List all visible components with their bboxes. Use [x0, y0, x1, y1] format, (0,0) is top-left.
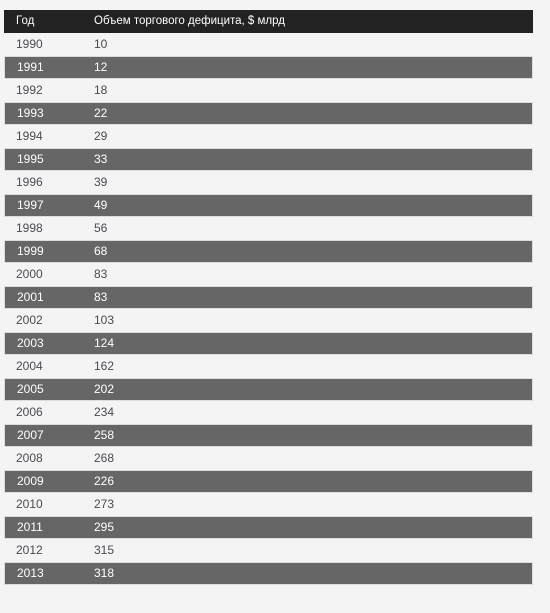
cell-year: 1991	[4, 56, 86, 79]
cell-value: 68	[86, 240, 533, 263]
cell-year: 1992	[4, 79, 86, 102]
table-row: 2002 103	[4, 309, 533, 332]
cell-year: 2007	[4, 424, 86, 447]
cell-value: 10	[86, 33, 533, 56]
table-row: 1990 10	[4, 33, 533, 56]
cell-value: 124	[86, 332, 533, 355]
cell-value: 83	[86, 263, 533, 286]
cell-value: 258	[86, 424, 533, 447]
cell-value: 318	[86, 562, 533, 585]
cell-year: 2001	[4, 286, 86, 309]
cell-value: 103	[86, 309, 533, 332]
table-row: 1999 68	[4, 240, 533, 263]
cell-year: 2012	[4, 539, 86, 562]
cell-value: 162	[86, 355, 533, 378]
table-row: 1994 29	[4, 125, 533, 148]
cell-value: 226	[86, 470, 533, 493]
column-header-year: Год	[4, 10, 86, 33]
cell-year: 2008	[4, 447, 86, 470]
cell-value: 56	[86, 217, 533, 240]
cell-year: 2003	[4, 332, 86, 355]
table-header-row: Год Объем торгового дефицита, $ млрд	[4, 10, 533, 33]
cell-value: 18	[86, 79, 533, 102]
cell-year: 2002	[4, 309, 86, 332]
table-body: 1990 10 1991 12 1992 18 1993 22 1994 29 1995 33 1996…	[4, 33, 533, 585]
cell-year: 2010	[4, 493, 86, 516]
cell-value: 268	[86, 447, 533, 470]
cell-year: 2006	[4, 401, 86, 424]
cell-year: 1999	[4, 240, 86, 263]
table-row: 1995 33	[4, 148, 533, 171]
cell-year: 1997	[4, 194, 86, 217]
table-row: 2013 318	[4, 562, 533, 585]
cell-year: 2005	[4, 378, 86, 401]
cell-value: 295	[86, 516, 533, 539]
cell-value: 12	[86, 56, 533, 79]
cell-year: 1995	[4, 148, 86, 171]
cell-value: 39	[86, 171, 533, 194]
table-row: 2011 295	[4, 516, 533, 539]
cell-year: 2011	[4, 516, 86, 539]
table-row: 1993 22	[4, 102, 533, 125]
trade-deficit-table: Год Объем торгового дефицита, $ млрд 199…	[4, 10, 533, 585]
cell-year: 1998	[4, 217, 86, 240]
cell-value: 202	[86, 378, 533, 401]
cell-value: 33	[86, 148, 533, 171]
cell-year: 2000	[4, 263, 86, 286]
cell-value: 315	[86, 539, 533, 562]
table-head: Год Объем торгового дефицита, $ млрд	[4, 10, 533, 33]
cell-year: 2013	[4, 562, 86, 585]
table-row: 1996 39	[4, 171, 533, 194]
table-container: Год Объем торгового дефицита, $ млрд 199…	[0, 0, 550, 613]
table-row: 1992 18	[4, 79, 533, 102]
table-row: 2000 83	[4, 263, 533, 286]
cell-year: 2004	[4, 355, 86, 378]
table-row: 2008 268	[4, 447, 533, 470]
table-row: 2007 258	[4, 424, 533, 447]
table-row: 2012 315	[4, 539, 533, 562]
table-row: 2004 162	[4, 355, 533, 378]
table-row: 2010 273	[4, 493, 533, 516]
table-row: 1998 56	[4, 217, 533, 240]
cell-value: 83	[86, 286, 533, 309]
table-row: 2005 202	[4, 378, 533, 401]
cell-value: 273	[86, 493, 533, 516]
cell-year: 1993	[4, 102, 86, 125]
cell-year: 1996	[4, 171, 86, 194]
table-row: 2009 226	[4, 470, 533, 493]
column-header-value: Объем торгового дефицита, $ млрд	[86, 10, 533, 33]
cell-year: 1990	[4, 33, 86, 56]
cell-year: 1994	[4, 125, 86, 148]
table-row: 2003 124	[4, 332, 533, 355]
cell-value: 22	[86, 102, 533, 125]
table-row: 1991 12	[4, 56, 533, 79]
table-row: 2001 83	[4, 286, 533, 309]
table-row: 1997 49	[4, 194, 533, 217]
cell-year: 2009	[4, 470, 86, 493]
cell-value: 234	[86, 401, 533, 424]
cell-value: 29	[86, 125, 533, 148]
table-row: 2006 234	[4, 401, 533, 424]
cell-value: 49	[86, 194, 533, 217]
